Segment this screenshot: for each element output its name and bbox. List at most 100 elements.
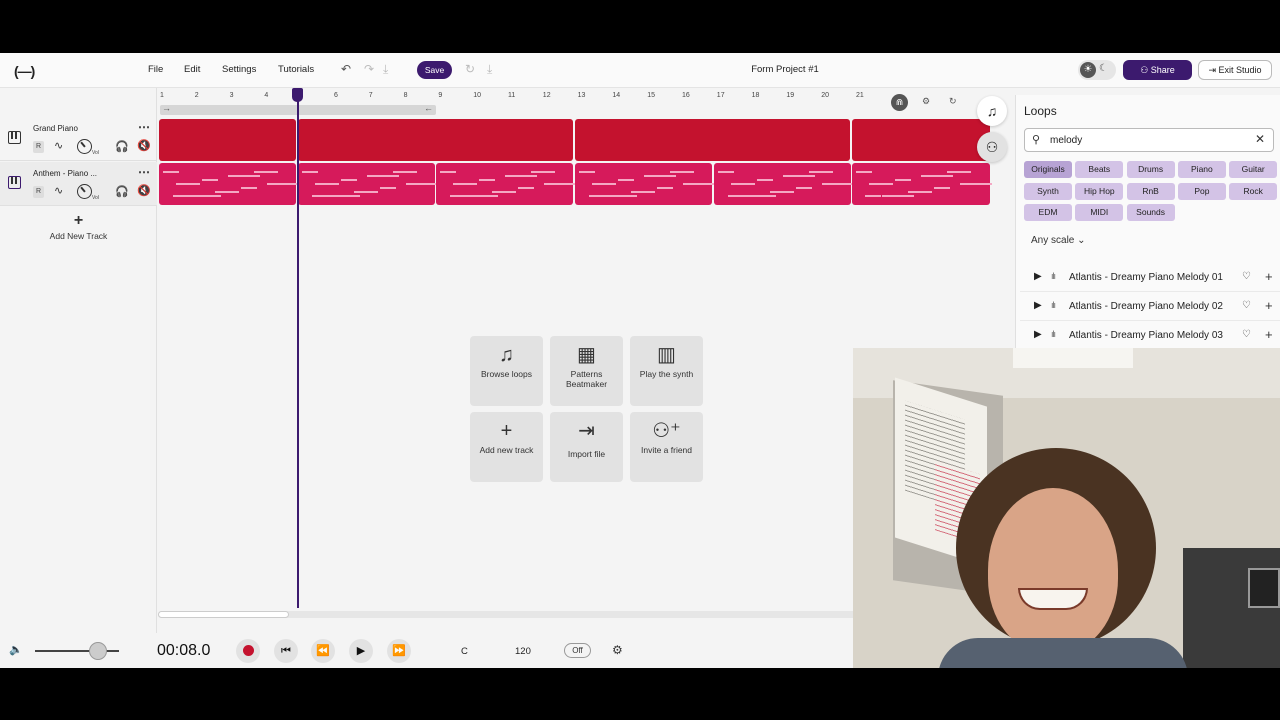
- add-new-track-tile[interactable]: + Add new track: [470, 412, 543, 482]
- import-file-tile[interactable]: ⇥ Import file: [550, 412, 623, 482]
- undo-icon[interactable]: ↶: [341, 62, 351, 76]
- loop-result-row[interactable]: ▶ ılı Atlantis - Dreamy Piano Melody 01 ♡ +: [1020, 264, 1280, 292]
- play-icon[interactable]: ▶: [1034, 271, 1042, 282]
- filter-chip-pop[interactable]: Pop: [1177, 182, 1226, 200]
- heart-icon[interactable]: ♡: [1242, 271, 1251, 282]
- more-options-icon[interactable]: ⋯: [138, 120, 150, 134]
- volume-knob[interactable]: [77, 184, 92, 199]
- filter-chip-rnb[interactable]: RnB: [1126, 182, 1175, 200]
- record-arm-button[interactable]: R: [33, 141, 44, 153]
- filter-chip-drums[interactable]: Drums: [1126, 161, 1175, 178]
- menu-settings[interactable]: Settings: [222, 64, 256, 75]
- theme-toggle[interactable]: ☀ ☾: [1078, 60, 1116, 80]
- fast-forward-button[interactable]: ⏩: [387, 639, 411, 663]
- filter-chip-rock[interactable]: Rock: [1229, 182, 1278, 200]
- plus-icon[interactable]: +: [1265, 298, 1273, 313]
- search-input[interactable]: [1050, 132, 1250, 148]
- clip[interactable]: [159, 163, 299, 205]
- clip[interactable]: [852, 163, 992, 205]
- track-name[interactable]: Anthem - Piano ...: [33, 169, 97, 178]
- heart-icon[interactable]: ♡: [1242, 300, 1251, 311]
- menu-tutorials[interactable]: Tutorials: [278, 64, 314, 75]
- settings-icon[interactable]: ⚙: [612, 643, 623, 657]
- horizontal-scrollbar[interactable]: [158, 611, 858, 618]
- filter-chip-edm[interactable]: EDM: [1024, 204, 1072, 221]
- play-icon[interactable]: ▶: [1034, 329, 1042, 340]
- automation-icon[interactable]: ∿: [54, 184, 63, 197]
- playhead-handle[interactable]: [292, 88, 303, 102]
- clip[interactable]: [714, 163, 854, 205]
- clip[interactable]: [852, 119, 990, 161]
- clip[interactable]: [159, 119, 296, 161]
- track-name[interactable]: Grand Piano: [33, 124, 78, 133]
- track-header-grand-piano[interactable]: Grand Piano ⋯ R ∿ Vol 🎧 🔇: [0, 117, 157, 161]
- filter-chip-midi[interactable]: MIDI: [1075, 204, 1124, 221]
- rewind-button[interactable]: ⏪: [311, 639, 335, 663]
- arrow-right-icon[interactable]: →: [162, 103, 171, 113]
- patterns-beatmaker-tile[interactable]: ▦ Patterns Beatmaker: [550, 336, 623, 406]
- plus-icon[interactable]: +: [1265, 269, 1273, 284]
- history-icon[interactable]: ↻: [465, 62, 475, 76]
- browse-loops-tile[interactable]: ♫ Browse loops: [470, 336, 543, 406]
- mute-icon[interactable]: 🔇: [137, 184, 151, 197]
- time-ruler[interactable]: → ← ⋒ ⚙ ↻ 1 2 3 4 6 7 8 9 10 11 12 13 14 15 16 17 18 19 20…: [158, 88, 1015, 118]
- filter-chip-guitar[interactable]: Guitar: [1229, 161, 1278, 178]
- exit-studio-button[interactable]: ⇥ Exit Studio: [1198, 60, 1272, 80]
- loop-result-row[interactable]: ▶ ılı Atlantis - Dreamy Piano Melody 02 ♡ +: [1020, 293, 1280, 321]
- heart-icon[interactable]: ♡: [1242, 329, 1251, 340]
- plus-icon[interactable]: +: [1265, 327, 1273, 342]
- invite-friend-tile[interactable]: ⚇⁺ Invite a friend: [630, 412, 703, 482]
- menu-file[interactable]: File: [148, 64, 163, 75]
- loop-icon[interactable]: ↻: [949, 96, 957, 107]
- track-header-anthem-piano[interactable]: Anthem - Piano ... ⋯ R ∿ Vol 🎧 🔇: [0, 162, 157, 206]
- project-title[interactable]: Form Project #1: [700, 64, 870, 75]
- skip-to-start-button[interactable]: ⏮: [274, 639, 298, 663]
- play-synth-tile[interactable]: ▥ Play the synth: [630, 336, 703, 406]
- filter-chip-originals[interactable]: Originals: [1024, 161, 1072, 178]
- play-icon[interactable]: ▶: [1034, 300, 1042, 311]
- clip[interactable]: [436, 163, 576, 205]
- clip[interactable]: [575, 163, 715, 205]
- headphones-icon[interactable]: 🎧: [115, 185, 129, 198]
- play-button[interactable]: ▶: [349, 639, 373, 663]
- share-button[interactable]: ⚇ Share: [1123, 60, 1192, 80]
- loop-result-row[interactable]: ▶ ılı Atlantis - Dreamy Piano Melody 03 ♡ +: [1020, 322, 1280, 348]
- magnet-icon[interactable]: ⋒: [891, 94, 908, 111]
- loops-panel-button[interactable]: ♫: [977, 96, 1007, 126]
- key-display[interactable]: C: [461, 646, 468, 657]
- menu-edit[interactable]: Edit: [184, 64, 200, 75]
- metronome-toggle[interactable]: Off: [564, 643, 591, 658]
- add-new-track-button[interactable]: + Add New Track: [0, 213, 157, 242]
- mute-icon[interactable]: 🔇: [137, 139, 151, 152]
- speaker-icon[interactable]: 🔈: [9, 643, 23, 656]
- volume-knob[interactable]: [77, 139, 92, 154]
- automation-icon[interactable]: ∿: [54, 139, 63, 152]
- filter-chip-hip-hop[interactable]: Hip Hop: [1075, 182, 1124, 200]
- lane-grand-piano[interactable]: [158, 118, 990, 162]
- record-arm-button[interactable]: R: [33, 186, 44, 198]
- arrow-left-icon[interactable]: ←: [424, 103, 433, 113]
- close-icon[interactable]: ✕: [1255, 132, 1265, 146]
- redo-icon[interactable]: ↷: [364, 62, 374, 76]
- collaborators-button[interactable]: ⚇: [977, 132, 1007, 162]
- scrollbar-thumb[interactable]: [158, 611, 289, 618]
- scale-dropdown[interactable]: Any scale ⌄: [1031, 235, 1086, 246]
- save-button[interactable]: Save: [417, 61, 452, 79]
- tempo-display[interactable]: 120: [515, 646, 531, 657]
- loop-search[interactable]: ⚲ ✕: [1024, 128, 1274, 152]
- app-logo[interactable]: (—): [14, 63, 35, 79]
- filter-chip-synth[interactable]: Synth: [1024, 182, 1072, 200]
- filter-chip-piano[interactable]: Piano: [1177, 161, 1226, 178]
- lane-anthem-piano[interactable]: [158, 162, 992, 206]
- clip[interactable]: [575, 119, 850, 161]
- clip[interactable]: [298, 163, 438, 205]
- filter-chip-sounds[interactable]: Sounds: [1126, 204, 1175, 221]
- export-icon[interactable]: ⤓: [487, 62, 492, 77]
- more-options-icon[interactable]: ⋯: [138, 165, 150, 179]
- download-icon[interactable]: ⤓: [383, 62, 388, 77]
- volume-slider-thumb[interactable]: [89, 642, 107, 660]
- settings-icon[interactable]: ⚙: [922, 96, 930, 107]
- filter-chip-beats[interactable]: Beats: [1075, 161, 1124, 178]
- record-button[interactable]: [236, 639, 260, 663]
- clip[interactable]: [298, 119, 573, 161]
